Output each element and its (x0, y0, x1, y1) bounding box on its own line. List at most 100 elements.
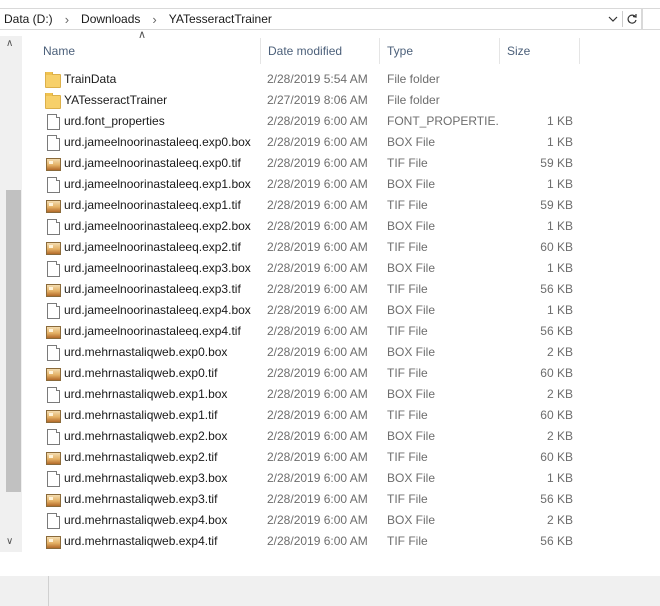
column-header-name[interactable]: Name (36, 36, 261, 66)
file-row[interactable]: urd.mehrnastaliqweb.exp3.tif 2/28/2019 6:… (36, 489, 596, 510)
scroll-down-icon[interactable]: ∨ (6, 536, 13, 547)
file-type: TIF File (387, 534, 428, 548)
file-date-modified: 2/28/2019 6:00 AM (267, 534, 368, 548)
file-size: 59 KB (540, 198, 573, 212)
file-row[interactable]: urd.font_properties 2/28/2019 6:00 AM FONT… (36, 111, 596, 132)
file-type: BOX File (387, 261, 436, 275)
image-icon (45, 198, 61, 214)
file-size: 1 KB (546, 135, 573, 149)
file-date-modified: 2/28/2019 6:00 AM (267, 114, 368, 128)
file-date-modified: 2/28/2019 6:00 AM (267, 387, 368, 401)
chevron-right-icon[interactable]: › (144, 12, 164, 27)
file-type: BOX File (387, 303, 436, 317)
file-row[interactable]: YATesseractTrainer 2/27/2019 8:06 AM File … (36, 90, 596, 111)
scrollbar-thumb[interactable] (6, 190, 21, 492)
file-type: TIF File (387, 240, 428, 254)
document-icon (45, 261, 61, 277)
file-size: 60 KB (540, 240, 573, 254)
file-list: TrainData 2/28/2019 5:54 AM File folder YAT… (36, 69, 596, 552)
file-name: urd.jameelnoorinastaleeq.exp1.box (64, 177, 251, 191)
chevron-right-icon[interactable]: › (57, 12, 77, 27)
file-row[interactable]: urd.mehrnastaliqweb.exp2.box 2/28/2019 6:… (36, 426, 596, 447)
file-row[interactable]: urd.mehrnastaliqweb.exp1.box 2/28/2019 6:… (36, 384, 596, 405)
image-icon (45, 534, 61, 550)
file-size: 2 KB (546, 513, 573, 527)
file-name: urd.jameelnoorinastaleeq.exp1.tif (64, 198, 241, 212)
file-row[interactable]: TrainData 2/28/2019 5:54 AM File folder (36, 69, 596, 90)
image-icon (45, 492, 61, 508)
column-header-date-label: Date modified (268, 44, 343, 58)
file-size: 56 KB (540, 534, 573, 548)
navigation-pane-scrollbar[interactable]: ∧ ∨ (0, 36, 22, 552)
file-date-modified: 2/28/2019 6:00 AM (267, 135, 368, 149)
file-row[interactable]: urd.mehrnastaliqweb.exp4.tif 2/28/2019 6:… (36, 531, 596, 552)
file-type: BOX File (387, 429, 436, 443)
image-icon (45, 282, 61, 298)
document-icon (45, 345, 61, 361)
chevron-down-icon[interactable] (604, 9, 622, 29)
desktop-background (0, 576, 660, 606)
file-row[interactable]: urd.mehrnastaliqweb.exp0.box 2/28/2019 6:… (36, 342, 596, 363)
file-row[interactable]: urd.mehrnastaliqweb.exp4.box 2/28/2019 6:… (36, 510, 596, 531)
file-type: File folder (387, 72, 440, 86)
file-name: urd.jameelnoorinastaleeq.exp0.tif (64, 156, 241, 170)
file-row[interactable]: urd.jameelnoorinastaleeq.exp4.tif 2/28/20… (36, 321, 596, 342)
file-size: 1 KB (546, 303, 573, 317)
file-name: urd.jameelnoorinastaleeq.exp3.box (64, 261, 251, 275)
file-row[interactable]: urd.jameelnoorinastaleeq.exp0.tif 2/28/20… (36, 153, 596, 174)
file-type: File folder (387, 93, 440, 107)
file-type: TIF File (387, 450, 428, 464)
breadcrumb-drive[interactable]: Data (D:) (0, 12, 57, 26)
document-icon (45, 513, 61, 529)
file-row[interactable]: urd.mehrnastaliqweb.exp0.tif 2/28/2019 6:… (36, 363, 596, 384)
file-row[interactable]: urd.jameelnoorinastaleeq.exp3.tif 2/28/20… (36, 279, 596, 300)
file-row[interactable]: urd.jameelnoorinastaleeq.exp1.tif 2/28/20… (36, 195, 596, 216)
image-icon (45, 156, 61, 172)
column-header-type[interactable]: Type (380, 36, 500, 66)
file-size: 1 KB (546, 114, 573, 128)
file-size: 59 KB (540, 156, 573, 170)
file-date-modified: 2/28/2019 6:00 AM (267, 261, 368, 275)
document-icon (45, 471, 61, 487)
file-type: BOX File (387, 345, 436, 359)
file-row[interactable]: urd.mehrnastaliqweb.exp1.tif 2/28/2019 6:… (36, 405, 596, 426)
file-row[interactable]: urd.jameelnoorinastaleeq.exp4.box 2/28/20… (36, 300, 596, 321)
file-size: 56 KB (540, 324, 573, 338)
file-name: urd.jameelnoorinastaleeq.exp2.tif (64, 240, 241, 254)
file-row[interactable]: urd.jameelnoorinastaleeq.exp3.box 2/28/20… (36, 258, 596, 279)
document-icon (45, 387, 61, 403)
file-date-modified: 2/28/2019 6:00 AM (267, 450, 368, 464)
refresh-icon[interactable] (623, 9, 641, 29)
column-header-date[interactable]: Date modified (261, 36, 380, 66)
file-row[interactable]: urd.jameelnoorinastaleeq.exp1.box 2/28/20… (36, 174, 596, 195)
image-icon (45, 324, 61, 340)
file-name: urd.mehrnastaliqweb.exp4.box (64, 513, 228, 527)
column-header-name-label: Name (43, 44, 76, 58)
file-name: urd.mehrnastaliqweb.exp1.box (64, 387, 228, 401)
file-row[interactable]: urd.jameelnoorinastaleeq.exp0.box 2/28/20… (36, 132, 596, 153)
address-bar[interactable]: Data (D:) › Downloads › YATesseractTrain… (0, 8, 642, 30)
folder-icon (45, 72, 61, 88)
file-row[interactable]: urd.mehrnastaliqweb.exp2.tif 2/28/2019 6:… (36, 447, 596, 468)
scroll-up-icon[interactable]: ∧ (6, 38, 13, 49)
divider (48, 576, 49, 606)
file-type: TIF File (387, 408, 428, 422)
search-box[interactable] (642, 8, 660, 30)
file-date-modified: 2/28/2019 6:00 AM (267, 177, 368, 191)
file-type: BOX File (387, 471, 436, 485)
file-name: urd.jameelnoorinastaleeq.exp4.box (64, 303, 251, 317)
file-size: 1 KB (546, 177, 573, 191)
file-row[interactable]: urd.jameelnoorinastaleeq.exp2.box 2/28/20… (36, 216, 596, 237)
file-size: 2 KB (546, 387, 573, 401)
breadcrumb-current-folder[interactable]: YATesseractTrainer (165, 12, 276, 26)
breadcrumb: Data (D:) › Downloads › YATesseractTrain… (0, 9, 276, 29)
file-type: TIF File (387, 492, 428, 506)
column-divider[interactable] (579, 38, 580, 64)
column-header-size[interactable]: Size (500, 36, 580, 66)
file-row[interactable]: urd.mehrnastaliqweb.exp3.box 2/28/2019 6:… (36, 468, 596, 489)
file-row[interactable]: urd.jameelnoorinastaleeq.exp2.tif 2/28/20… (36, 237, 596, 258)
breadcrumb-downloads[interactable]: Downloads (77, 12, 144, 26)
file-name: urd.font_properties (64, 114, 165, 128)
file-type: BOX File (387, 177, 436, 191)
column-header-type-label: Type (387, 44, 414, 58)
